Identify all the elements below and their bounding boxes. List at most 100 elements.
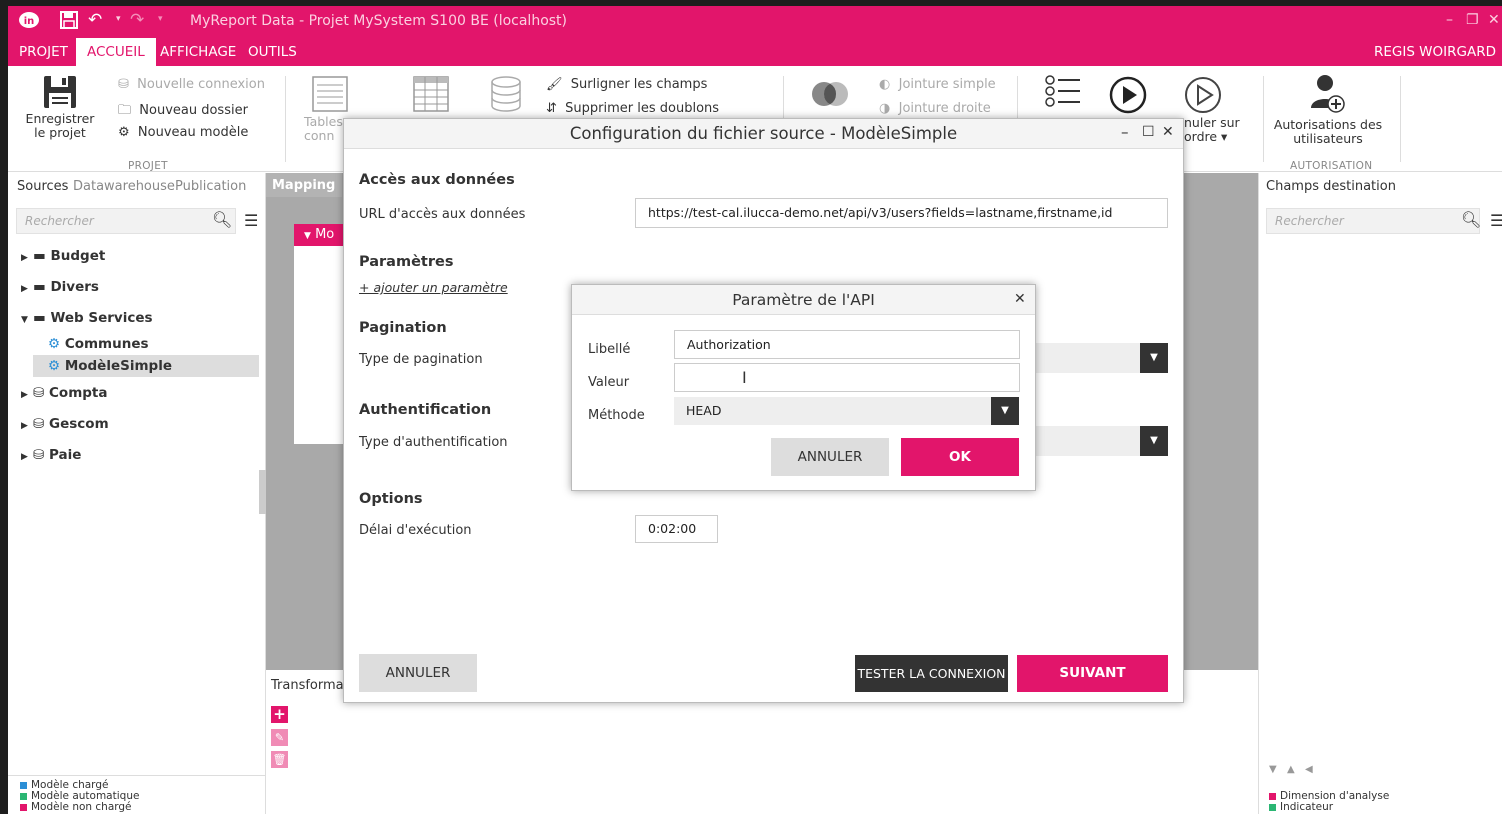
maximize-icon[interactable]: ☐ xyxy=(1142,124,1155,140)
new-model-button[interactable]: ⚙ Nouveau modèle xyxy=(118,125,248,140)
redo-dropdown-icon[interactable]: ▾ xyxy=(158,14,163,24)
play-icon[interactable] xyxy=(1109,76,1147,118)
floppy-icon xyxy=(22,74,98,112)
menu-icon[interactable]: ☰ xyxy=(1490,211,1502,230)
tree-item-label: ModèleSimple xyxy=(64,358,172,374)
simple-join-button[interactable]: ◐ Jointure simple xyxy=(879,77,996,92)
search-icon[interactable]: 🔍︎ xyxy=(1461,210,1481,229)
grid-icon[interactable] xyxy=(412,76,450,116)
redo-icon[interactable]: ↷ xyxy=(130,10,144,30)
menu-icon[interactable]: ☰ xyxy=(244,211,258,230)
model-node[interactable] xyxy=(294,224,344,444)
sort-left-icon[interactable]: ◀ xyxy=(1305,764,1313,775)
cancel-button[interactable]: ANNULER xyxy=(359,654,477,692)
highlight-fields-button[interactable]: 🖌 Surligner les champs xyxy=(546,77,707,92)
methode-select[interactable]: HEAD xyxy=(674,397,992,425)
expand-icon: ▶ xyxy=(21,284,28,294)
sort-down-icon[interactable]: ▼ xyxy=(1269,764,1277,775)
database-icon[interactable] xyxy=(490,76,524,118)
undo-icon[interactable]: ↶ xyxy=(88,10,102,30)
close-icon[interactable]: ✕ xyxy=(1014,291,1026,307)
cancel-order-button[interactable]: nuler sur ordre ▾ xyxy=(1184,116,1240,144)
delay-label: Délai d'exécution xyxy=(359,523,472,538)
database-icon: ⛁ xyxy=(33,447,45,463)
menu-tab-affichage[interactable]: AFFICHAGE xyxy=(149,38,247,66)
tab-mapping[interactable]: Mapping xyxy=(266,173,342,197)
restore-icon[interactable]: ❐ xyxy=(1466,12,1479,28)
legend-label: Modèle non chargé xyxy=(31,801,132,813)
tab-datawarehouse[interactable]: Datawarehouse xyxy=(73,179,175,194)
menu-tab-accueil[interactable]: ACCUEIL xyxy=(76,38,156,66)
tree-item-webservices[interactable]: ▼ ▬ Web Services xyxy=(21,305,153,331)
minimize-icon[interactable]: – xyxy=(1446,12,1453,28)
ok-button[interactable]: OK xyxy=(901,438,1019,476)
chevron-down-icon[interactable]: ▼ xyxy=(1140,426,1168,456)
sort-up-icon[interactable]: ▲ xyxy=(1287,764,1295,775)
destination-search-input[interactable]: Rechercher xyxy=(1266,208,1480,234)
chevron-down-icon[interactable]: ▼ xyxy=(991,397,1019,425)
auth-type-label: Type d'authentification xyxy=(359,435,508,450)
tree-item-paie[interactable]: ▶ ⛁ Paie xyxy=(21,442,81,468)
tab-mapping-label: Mapping xyxy=(272,178,336,193)
dialog-title: Configuration du fichier source - Modèle… xyxy=(344,119,1183,149)
section-title-pagination: Pagination xyxy=(359,320,447,336)
libelle-input[interactable]: Authorization xyxy=(674,330,1020,359)
add-parameter-link[interactable]: + ajouter un paramètre xyxy=(359,280,508,295)
delete-icon[interactable]: 🗑 xyxy=(271,751,288,768)
collapse-icon: ▼ xyxy=(21,315,28,325)
tree-item-label: Compta xyxy=(49,385,108,401)
webservice-icon: ⚙ xyxy=(48,358,61,374)
valeur-input[interactable] xyxy=(674,363,1020,392)
steps-list-icon[interactable] xyxy=(1044,74,1082,118)
close-icon[interactable]: ✕ xyxy=(1488,12,1500,28)
tab-sources[interactable]: Sources xyxy=(17,179,68,194)
test-connection-button[interactable]: TESTER LA CONNEXION xyxy=(855,655,1008,692)
window-title: MyReport Data - Projet MySystem S100 BE … xyxy=(190,13,568,29)
delay-input[interactable]: 0:02:00 xyxy=(635,515,718,543)
section-title-access: Accès aux données xyxy=(359,172,515,188)
cancel-button[interactable]: ANNULER xyxy=(771,438,889,476)
next-button[interactable]: SUIVANT xyxy=(1017,655,1168,692)
right-join-button[interactable]: ◑ Jointure droite xyxy=(879,101,991,116)
new-connection-button[interactable]: ⛁ Nouvelle connexion xyxy=(118,77,265,92)
tree-item-gescom[interactable]: ▶ ⛁ Gescom xyxy=(21,411,109,437)
tree-item-modelesimple[interactable]: ⚙ ModèleSimple xyxy=(48,353,172,379)
play-outline-icon[interactable] xyxy=(1184,76,1222,118)
menu-tab-outils[interactable]: OUTILS xyxy=(237,38,308,66)
title-bar: in ↶ ▾ ↷ ▾ MyReport Data - Projet MySyst… xyxy=(8,6,1502,38)
url-input[interactable]: https://test-cal.ilucca-demo.net/api/v3/… xyxy=(635,198,1168,228)
add-icon[interactable]: + xyxy=(271,706,288,723)
sources-search-input[interactable]: Rechercher xyxy=(16,208,236,234)
save-project-button[interactable]: Enregistrer le projet xyxy=(22,74,98,140)
new-folder-button[interactable]: 🗀 Nouveau dossier xyxy=(118,101,248,123)
ribbon-separator xyxy=(285,76,286,162)
methode-label: Méthode xyxy=(588,408,645,423)
tree-item-label: Gescom xyxy=(49,416,109,432)
tree-item-compta[interactable]: ▶ ⛁ Compta xyxy=(21,380,108,406)
tab-publication[interactable]: Publication xyxy=(175,179,246,194)
chevron-down-icon[interactable]: ▼ xyxy=(1140,343,1168,373)
join-icon[interactable] xyxy=(810,80,850,112)
user-auth-line2: utilisateurs xyxy=(1293,131,1363,146)
model-node-header[interactable]: ▼ Mo xyxy=(294,224,344,246)
auth-type-select[interactable] xyxy=(1034,426,1140,456)
menu-tab-projet[interactable]: PROJET xyxy=(8,38,79,66)
tree-item-budget[interactable]: ▶ ▬ Budget xyxy=(21,243,105,269)
edit-icon[interactable]: ✎ xyxy=(271,729,288,746)
tree-item-divers[interactable]: ▶ ▬ Divers xyxy=(21,274,99,300)
undo-dropdown-icon[interactable]: ▾ xyxy=(116,14,121,24)
user-name[interactable]: REGIS WOIRGARD xyxy=(1374,38,1496,66)
minimize-icon[interactable]: – xyxy=(1121,123,1129,141)
pagination-type-select[interactable] xyxy=(1034,343,1140,373)
close-icon[interactable]: ✕ xyxy=(1162,124,1174,140)
remove-duplicates-label: Supprimer les doublons xyxy=(565,101,720,116)
tree-item-label: Web Services xyxy=(50,310,153,326)
save-icon[interactable] xyxy=(60,11,78,34)
user-authorizations-button[interactable]: Autorisations des utilisateurs xyxy=(1270,74,1386,146)
left-splitter-handle[interactable] xyxy=(259,470,266,514)
remove-duplicates-button[interactable]: ⇵ Supprimer les doublons xyxy=(546,101,719,116)
user-auth-line1: Autorisations des xyxy=(1273,117,1383,132)
duplicates-icon: ⇵ xyxy=(546,101,557,116)
search-icon[interactable]: 🔍︎ xyxy=(212,210,232,229)
legend-indicator: Indicateur xyxy=(1269,802,1333,813)
